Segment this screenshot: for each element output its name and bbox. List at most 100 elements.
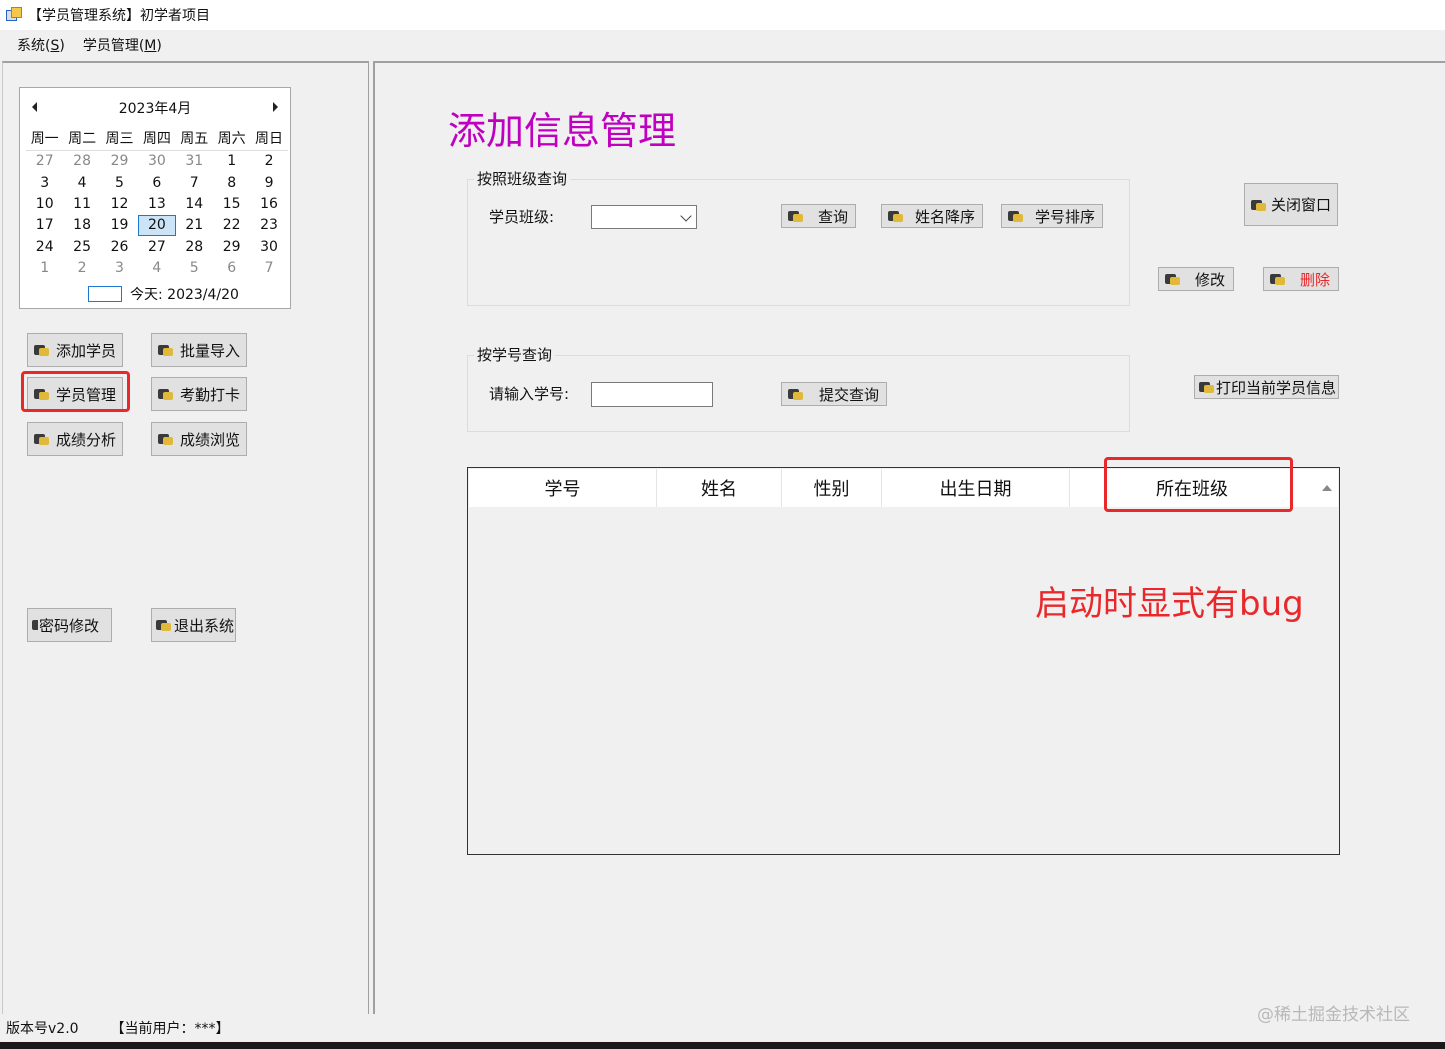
- calendar-next-arrow-icon[interactable]: [273, 102, 278, 112]
- query-button[interactable]: 查询: [781, 204, 856, 228]
- calendar-day[interactable]: 28: [63, 152, 100, 171]
- highlight-box-student-manage: [21, 371, 130, 412]
- calendar-day[interactable]: 22: [213, 216, 250, 235]
- calendar-day[interactable]: 2: [63, 259, 100, 278]
- calendar-day[interactable]: 3: [101, 259, 138, 278]
- name-desc-button[interactable]: 姓名降序: [881, 204, 983, 228]
- calendar-day[interactable]: 13: [138, 195, 175, 214]
- calendar-day[interactable]: 15: [213, 195, 250, 214]
- calendar-day[interactable]: 9: [250, 174, 287, 193]
- attendance-button[interactable]: 考勤打卡: [151, 377, 247, 411]
- watermark: @稀土掘金技术社区: [1257, 1005, 1410, 1025]
- calendar-day[interactable]: 16: [250, 195, 287, 214]
- button-key-icon: [34, 343, 51, 357]
- calendar-day[interactable]: 6: [138, 174, 175, 193]
- calendar-day[interactable]: 7: [176, 174, 213, 193]
- column-header-id[interactable]: 学号: [469, 469, 657, 507]
- button-key-icon: [32, 618, 38, 632]
- calendar-day[interactable]: 26: [101, 238, 138, 257]
- button-key-icon: [158, 432, 175, 446]
- calendar-day[interactable]: 7: [250, 259, 287, 278]
- add-student-button[interactable]: 添加学员: [27, 333, 123, 367]
- print-current-button[interactable]: 打印当前学员信息: [1194, 375, 1339, 399]
- calendar-day[interactable]: 21: [176, 216, 213, 235]
- calendar-day[interactable]: 29: [213, 238, 250, 257]
- batch-import-button[interactable]: 批量导入: [151, 333, 247, 367]
- calendar-day[interactable]: 14: [176, 195, 213, 214]
- calendar-day[interactable]: 30: [138, 152, 175, 171]
- calendar-day[interactable]: 12: [101, 195, 138, 214]
- calendar-day[interactable]: 17: [26, 216, 63, 235]
- calendar-week-row: 17 18 19 20 21 22 23: [26, 215, 288, 237]
- highlight-box-class-column: [1104, 457, 1293, 512]
- student-id-input[interactable]: [591, 382, 713, 407]
- calendar-day[interactable]: 1: [213, 152, 250, 171]
- calendar-day[interactable]: 6: [213, 259, 250, 278]
- calendar-day[interactable]: 27: [138, 238, 175, 257]
- bug-annotation: 启动时显式有bug: [1035, 584, 1304, 624]
- calendar-weekday: 周三: [105, 131, 134, 148]
- calendar-day[interactable]: 28: [176, 238, 213, 257]
- calendar-day[interactable]: 11: [63, 195, 100, 214]
- calendar-weekday: 周日: [255, 131, 284, 148]
- button-key-icon: [888, 209, 905, 223]
- student-table[interactable]: 学号 姓名 性别 出生日期 所在班级: [467, 467, 1340, 855]
- calendar-day[interactable]: 30: [250, 238, 287, 257]
- id-sort-button[interactable]: 学号排序: [1001, 204, 1103, 228]
- column-header-birthdate[interactable]: 出生日期: [882, 469, 1070, 507]
- version-label: 版本号v2.0: [6, 1021, 79, 1037]
- current-user-label: 【当前用户：***】: [110, 1021, 230, 1037]
- calendar-week-row: 3456789: [26, 173, 288, 194]
- id-label: 请输入学号:: [489, 385, 570, 403]
- status-bar: 版本号v2.0 【当前用户：***】: [0, 1014, 1445, 1042]
- score-analysis-button[interactable]: 成绩分析: [27, 422, 123, 456]
- button-key-icon: [1199, 380, 1216, 394]
- button-key-icon: [788, 387, 805, 401]
- class-query-group: [467, 179, 1130, 306]
- calendar-day[interactable]: 29: [101, 152, 138, 171]
- menu-system[interactable]: 系统(S): [8, 35, 74, 55]
- calendar-day[interactable]: 19: [101, 216, 138, 235]
- calendar-day[interactable]: 5: [101, 174, 138, 193]
- menu-student-manage[interactable]: 学员管理(M): [74, 35, 171, 55]
- calendar-day[interactable]: 10: [26, 195, 63, 214]
- calendar-day[interactable]: 1: [26, 259, 63, 278]
- calendar-day[interactable]: 20: [138, 215, 176, 237]
- edit-button[interactable]: 修改: [1158, 267, 1234, 291]
- calendar-day[interactable]: 27: [26, 152, 63, 171]
- button-key-icon: [788, 209, 805, 223]
- month-calendar[interactable]: 2023年4月 周一 周二 周三 周四 周五 周六 周日 27 28 29 30 31 1 2 3 4 5 6 7…: [19, 87, 291, 309]
- calendar-day[interactable]: 23: [250, 216, 287, 235]
- sort-up-icon: [1322, 485, 1332, 491]
- score-browse-button[interactable]: 成绩浏览: [151, 422, 247, 456]
- column-header-gender[interactable]: 性别: [782, 469, 882, 507]
- calendar-day[interactable]: 3: [26, 174, 63, 193]
- calendar-day[interactable]: 25: [63, 238, 100, 257]
- class-select[interactable]: [591, 205, 697, 229]
- calendar-month-label[interactable]: 2023年4月: [20, 98, 290, 118]
- id-query-group-title: 按学号查询: [474, 344, 556, 365]
- calendar-day[interactable]: 5: [176, 259, 213, 278]
- calendar-day[interactable]: 18: [63, 216, 100, 235]
- calendar-day[interactable]: 4: [63, 174, 100, 193]
- calendar-week-row: 10 11 12 13 14 15 16: [26, 194, 288, 215]
- window-title: 【学员管理系统】初学者项目: [28, 8, 210, 24]
- today-marker-icon: [88, 286, 122, 302]
- calendar-today[interactable]: 今天: 2023/4/20: [88, 284, 239, 304]
- close-window-button[interactable]: 关闭窗口: [1244, 183, 1338, 226]
- change-password-button[interactable]: 密码修改: [27, 608, 112, 642]
- delete-button[interactable]: 删除: [1263, 267, 1339, 291]
- calendar-day[interactable]: 4: [138, 259, 175, 278]
- calendar-day[interactable]: 24: [26, 238, 63, 257]
- calendar-day[interactable]: 2: [250, 152, 287, 171]
- calendar-weekday: 周六: [217, 131, 246, 148]
- calendar-week-row: 27 28 29 30 31 1 2: [26, 151, 288, 172]
- calendar-day[interactable]: 8: [213, 174, 250, 193]
- button-key-icon: [1008, 209, 1025, 223]
- exit-system-button[interactable]: 退出系统: [151, 608, 236, 642]
- calendar-week-row: 24 25 26 27 28 29 30: [26, 236, 288, 257]
- submit-query-button[interactable]: 提交查询: [781, 382, 887, 406]
- column-header-name[interactable]: 姓名: [657, 469, 782, 507]
- calendar-day[interactable]: 31: [176, 152, 213, 171]
- button-key-icon: [1270, 272, 1287, 286]
